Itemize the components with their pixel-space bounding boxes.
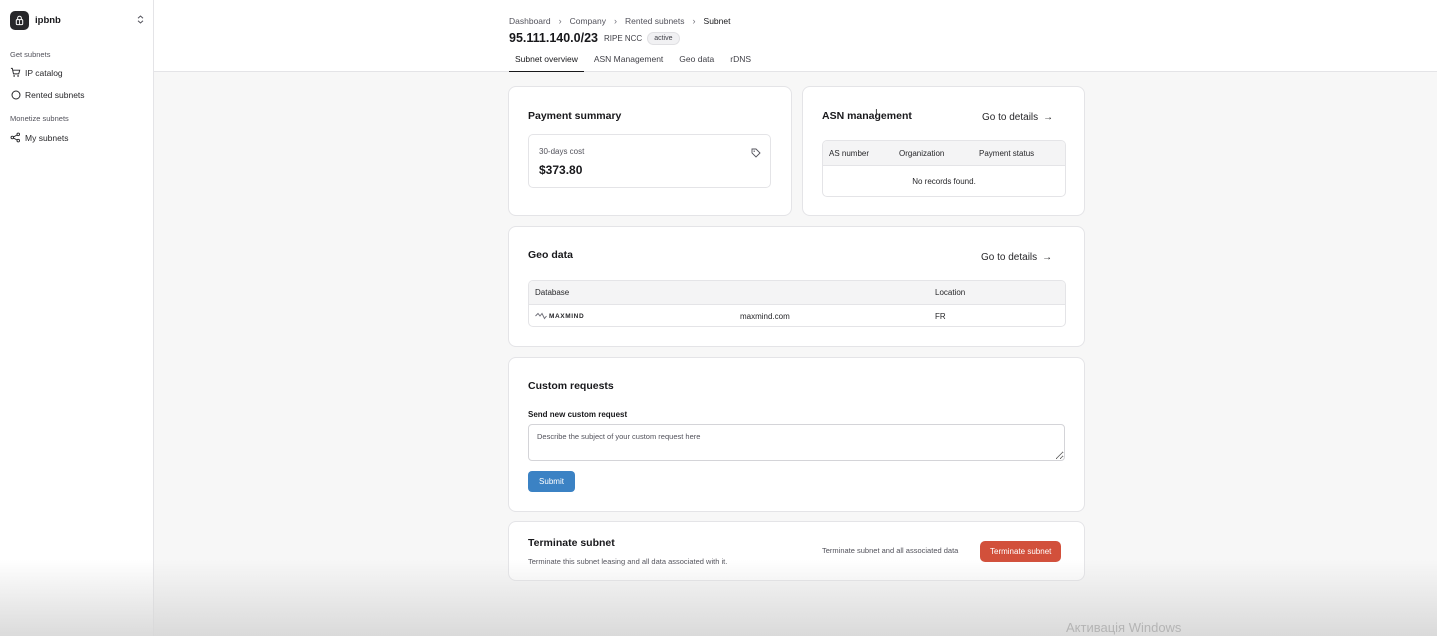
terminate-subnet-card: Terminate subnet Terminate this subnet l… [508, 521, 1085, 581]
circle-icon [10, 89, 21, 100]
status-badge: active [647, 31, 680, 45]
tab-bar: Subnet overview ASN Management Geo data … [509, 52, 761, 72]
sidebar-item-my-subnets[interactable]: My subnets [10, 132, 68, 143]
go-to-details-label: Go to details [981, 252, 1038, 263]
breadcrumb-company[interactable]: Company [570, 16, 606, 26]
breadcrumb: Dashboard › Company › Rented subnets › S… [509, 16, 730, 26]
sidebar-group-get-subnets: Get subnets [10, 50, 51, 59]
maxmind-logo-text: MAXMIND [549, 312, 585, 320]
tab-rdns[interactable]: rDNS [724, 52, 757, 72]
cost-label: 30-days cost [539, 147, 585, 156]
submit-button[interactable]: Submit [528, 471, 575, 492]
geo-data-title: Geo data [528, 249, 573, 261]
chevron-right-icon: › [558, 16, 562, 26]
chevron-right-icon: › [613, 16, 617, 26]
app-root: ipbnb Get subnets IP catalog Rented subn… [0, 0, 1437, 636]
custom-request-textarea[interactable] [528, 424, 1065, 461]
cost-value: $373.80 [539, 163, 583, 177]
breadcrumb-subnet: Subnet [703, 16, 731, 26]
terminate-subnet-hint: Terminate subnet and all associated data [822, 546, 959, 555]
geo-location-cell: FR [935, 311, 946, 321]
geo-data-card: Geo data Go to details → Database Locati… [508, 226, 1085, 347]
asn-table-header: AS number Organization Payment status [823, 141, 1065, 166]
chevron-up-down-icon[interactable] [137, 14, 144, 26]
terminate-subnet-title: Terminate subnet [528, 537, 615, 549]
geo-table: Database Location MAXMIND maxmind.com FR [528, 280, 1066, 327]
geo-go-to-details-link[interactable]: Go to details → [981, 252, 1052, 263]
maxmind-logo: MAXMIND [535, 312, 740, 320]
page-title: 95.111.140.0/23 [509, 31, 598, 45]
tab-asn-management[interactable]: ASN Management [588, 52, 669, 72]
chevron-right-icon: › [692, 16, 696, 26]
registry-label: RIPE NCC [603, 33, 643, 43]
cost-box: 30-days cost $373.80 [528, 134, 771, 188]
sidebar-item-label: My subnets [25, 132, 69, 143]
brand-logo-icon [10, 10, 29, 30]
column-header-location: Location [935, 288, 966, 297]
brand-name: ipbnb [35, 14, 61, 26]
asn-management-title: ASN management [822, 110, 912, 122]
windows-activation-watermark: Активація Windows [1066, 620, 1182, 635]
arrow-right-icon: → [1042, 252, 1053, 263]
cart-icon [10, 67, 21, 78]
page-header: Dashboard › Company › Rented subnets › S… [154, 0, 1437, 72]
payment-summary-title: Payment summary [528, 110, 622, 122]
asn-table-empty-row: No records found. [823, 166, 1065, 196]
empty-state-text: No records found. [912, 177, 976, 186]
column-header-payment-status: Payment status [979, 148, 1035, 158]
sidebar-item-ip-catalog[interactable]: IP catalog [10, 67, 63, 78]
payment-summary-card: Payment summary 30-days cost $373.80 [508, 86, 792, 216]
breadcrumb-dashboard[interactable]: Dashboard [509, 16, 551, 26]
table-row: MAXMIND maxmind.com FR [529, 305, 1065, 326]
geo-table-header: Database Location [529, 281, 1065, 305]
custom-request-field-label: Send new custom request [528, 410, 628, 419]
asn-table: AS number Organization Payment status No… [822, 140, 1066, 197]
go-to-details-label: Go to details [982, 112, 1039, 123]
arrow-right-icon: → [1043, 112, 1054, 123]
tab-geo-data[interactable]: Geo data [673, 52, 720, 72]
sidebar-group-monetize-subnets: Monetize subnets [10, 114, 69, 123]
tag-icon [751, 145, 761, 163]
terminate-subnet-button[interactable]: Terminate subnet [980, 541, 1062, 562]
terminate-subnet-description: Terminate this subnet leasing and all da… [528, 557, 728, 566]
asn-management-card: ASN management Go to details → AS number… [802, 86, 1085, 216]
column-header-as-number: AS number [829, 148, 870, 158]
workspace-switcher[interactable]: ipbnb [10, 10, 144, 30]
page-title-row: 95.111.140.0/23 RIPE NCC active [509, 31, 680, 45]
column-header-organization: Organization [899, 148, 945, 158]
sidebar-item-rented-subnets[interactable]: Rented subnets [10, 89, 85, 100]
custom-requests-card: Custom requests Send new custom request … [508, 357, 1085, 512]
maxmind-logo-icon [535, 312, 547, 320]
geo-database-cell: maxmind.com [740, 311, 790, 321]
share-icon [10, 132, 21, 143]
sidebar-item-label: IP catalog [25, 67, 63, 78]
tab-subnet-overview[interactable]: Subnet overview [509, 52, 584, 72]
text-cursor-icon: I [875, 108, 878, 119]
breadcrumb-rented-subnets[interactable]: Rented subnets [625, 16, 685, 26]
sidebar: ipbnb Get subnets IP catalog Rented subn… [0, 0, 154, 636]
asn-go-to-details-link[interactable]: Go to details → [982, 112, 1053, 123]
custom-requests-title: Custom requests [528, 380, 614, 392]
column-header-database: Database [535, 288, 570, 297]
sidebar-item-label: Rented subnets [25, 89, 85, 100]
